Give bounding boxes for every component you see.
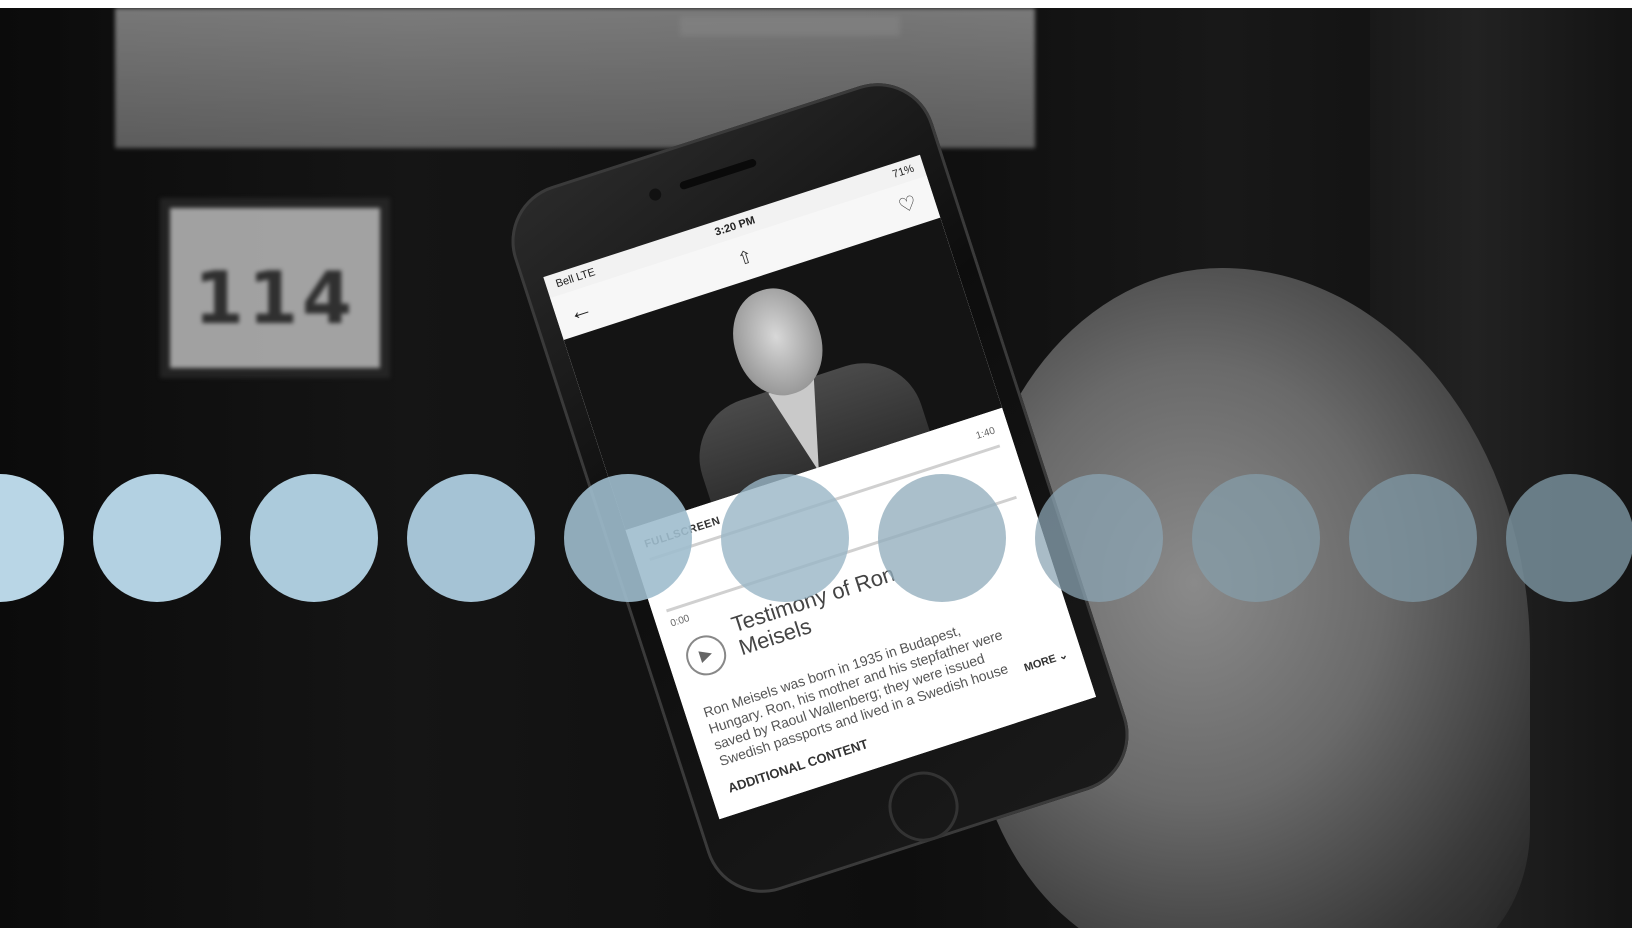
favorite-button[interactable]: ♡	[887, 185, 929, 226]
chevron-down-icon: ⌄	[1056, 648, 1070, 664]
decorative-dot	[721, 474, 849, 602]
decorative-dot	[0, 474, 64, 602]
wall-sign-detail	[680, 16, 900, 36]
more-button[interactable]: MORE ⌄	[1022, 648, 1070, 675]
decorative-dot	[564, 474, 692, 602]
share-button[interactable]: ⇧	[721, 236, 769, 279]
share-icon: ⇧	[734, 246, 756, 270]
room-number-plaque: 114	[160, 198, 390, 378]
elapsed-label: 0:00	[669, 613, 692, 630]
duration-label: 1:40	[974, 425, 997, 442]
back-button[interactable]: ←	[560, 291, 602, 332]
decorative-dot	[1035, 474, 1163, 602]
decorative-dot	[407, 474, 535, 602]
more-label: MORE	[1022, 652, 1058, 675]
decorative-dot	[1192, 474, 1320, 602]
decorative-dot	[1349, 474, 1477, 602]
heart-icon: ♡	[895, 191, 920, 219]
decorative-dot	[878, 474, 1006, 602]
battery-level: 71%	[891, 162, 916, 181]
decorative-dot	[93, 474, 221, 602]
arrow-left-icon: ←	[564, 294, 597, 328]
room-number: 114	[193, 256, 357, 340]
decorative-dot	[250, 474, 378, 602]
play-button[interactable]: ▶	[680, 630, 732, 681]
decorative-dots-row	[0, 474, 1632, 602]
play-icon: ▶	[697, 644, 715, 665]
background-photo: 114 Bell LTE 3:20 PM 71% ← ⇧ ♡ 1:40 0:00…	[0, 8, 1632, 928]
decorative-dot	[1506, 474, 1632, 602]
